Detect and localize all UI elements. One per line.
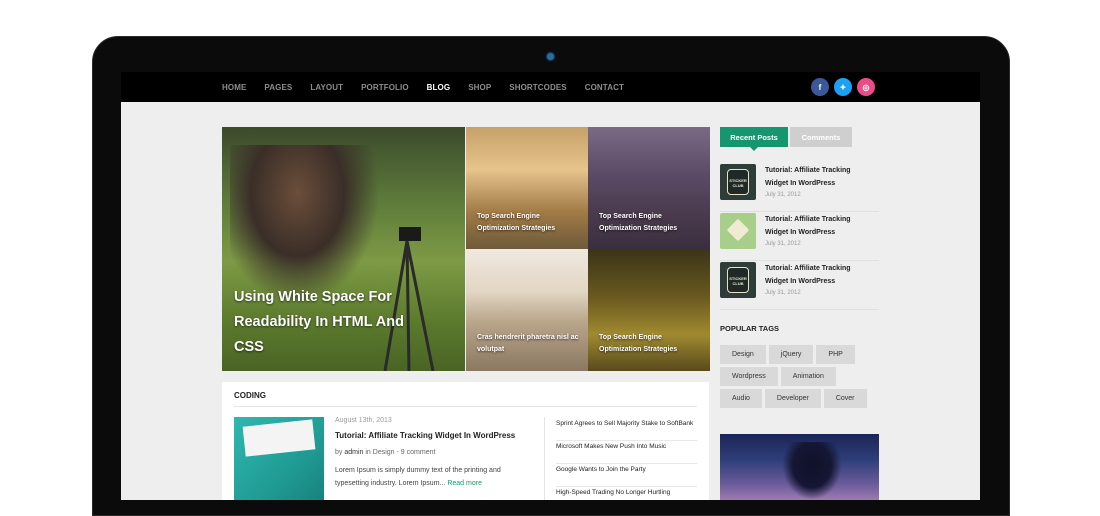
recent-post-thumbnail[interactable]: STICKER CLUB (720, 164, 756, 200)
nav-item-shortcodes[interactable]: SHORTCODES (509, 83, 566, 92)
meta-by: by (335, 449, 345, 456)
recent-post-thumbnail[interactable] (720, 213, 756, 249)
featured-post-caption[interactable]: Cras hendrerit pharetra nisl ac volutpat (477, 332, 581, 356)
nav-item-blog[interactable]: BLOG (427, 83, 451, 92)
news-item[interactable]: Sprint Agrees to Sell Majority Stake to … (556, 418, 697, 441)
social-links: f ✦ ◎ (811, 78, 875, 96)
category-link[interactable]: Design (373, 449, 395, 456)
featured-post-2[interactable]: Top Search Engine Optimization Strategie… (588, 127, 710, 249)
tag-animation[interactable]: Animation (780, 367, 836, 386)
business-card-image (242, 419, 316, 457)
tab-recent-posts[interactable]: Recent Posts (720, 127, 788, 151)
nav-menu: HOME PAGES LAYOUT PORTFOLIO BLOG SHOP SHORTCOD… (222, 83, 642, 92)
divider (544, 417, 545, 500)
featured-grid: Using White Space For Readability In HTM… (222, 127, 710, 371)
post-meta: by admin in Design - 9 comment (335, 449, 435, 456)
sticker-shape-image (726, 218, 750, 242)
post-date: August 13th, 2013 (335, 417, 392, 424)
tree-image (782, 442, 842, 500)
recent-post-date: July 31, 2012 (765, 192, 801, 198)
top-navigation: HOME PAGES LAYOUT PORTFOLIO BLOG SHOP SHORTCOD… (121, 72, 980, 102)
recent-post-title[interactable]: Tutorial: Affiliate Tracking Widget In W… (765, 164, 875, 190)
featured-main-title[interactable]: Using White Space For Readability In HTM… (234, 285, 434, 360)
tag-php[interactable]: PHP (816, 345, 855, 364)
sidebar-tabs: Recent Posts Comments (720, 127, 879, 151)
recent-posts-list: STICKER CLUB Tutorial: Affiliate Tracking… (720, 164, 879, 310)
featured-post-caption[interactable]: Top Search Engine Optimization Strategie… (477, 211, 581, 235)
featured-post-1[interactable]: Top Search Engine Optimization Strategie… (466, 127, 588, 249)
popular-tags-title: POPULAR TAGS (720, 324, 780, 333)
news-item[interactable]: Google Wants to Join the Party (556, 464, 697, 487)
recent-post-item[interactable]: STICKER CLUB Tutorial: Affiliate Tracking… (720, 164, 879, 212)
recent-post-date: July 31, 2012 (765, 241, 801, 247)
author-link[interactable]: admin (344, 449, 363, 456)
post-excerpt: Lorem Ipsum is simply dummy text of the … (335, 464, 525, 490)
featured-post-3[interactable]: Cras hendrerit pharetra nisl ac volutpat (466, 249, 588, 371)
twitter-icon[interactable]: ✦ (834, 78, 852, 96)
nav-item-home[interactable]: HOME (222, 83, 246, 92)
recent-post-item[interactable]: STICKER CLUB Tutorial: Affiliate Tracking… (720, 262, 879, 310)
nav-item-pages[interactable]: PAGES (264, 83, 292, 92)
nav-item-portfolio[interactable]: PORTFOLIO (361, 83, 409, 92)
tag-developer[interactable]: Developer (764, 389, 821, 408)
nav-item-layout[interactable]: LAYOUT (310, 83, 343, 92)
post-title[interactable]: Tutorial: Affiliate Tracking Widget In W… (335, 431, 515, 440)
news-list: Sprint Agrees to Sell Majority Stake to … (556, 418, 697, 500)
tab-comments[interactable]: Comments (790, 127, 852, 147)
featured-post-caption[interactable]: Top Search Engine Optimization Strategie… (599, 332, 703, 356)
post-thumbnail[interactable] (234, 417, 324, 500)
divider (234, 406, 697, 407)
tag-wordpress[interactable]: Wordpress (720, 367, 778, 386)
coding-section: CODING August 13th, 2013 Tutorial: Affil… (222, 382, 709, 500)
nav-item-contact[interactable]: CONTACT (585, 83, 624, 92)
read-more-link[interactable]: Read more (447, 480, 482, 487)
recent-post-item[interactable]: Tutorial: Affiliate Tracking Widget In W… (720, 213, 879, 261)
sidebar: Recent Posts Comments STICKER CLUB Tutori… (720, 127, 879, 411)
recent-post-date: July 31, 2012 (765, 290, 801, 296)
sticker-club-badge: STICKER CLUB (727, 169, 749, 195)
dribbble-icon[interactable]: ◎ (857, 78, 875, 96)
tag-audio[interactable]: Audio (720, 389, 762, 408)
tag-jquery[interactable]: jQuery (768, 345, 814, 364)
recent-post-title[interactable]: Tutorial: Affiliate Tracking Widget In W… (765, 262, 875, 288)
photographer-image (230, 145, 380, 305)
sidebar-night-image[interactable] (720, 434, 879, 500)
recent-post-thumbnail[interactable]: STICKER CLUB (720, 262, 756, 298)
section-title: CODING (234, 391, 266, 400)
featured-post-caption[interactable]: Top Search Engine Optimization Strategie… (599, 211, 703, 235)
facebook-icon[interactable]: f (811, 78, 829, 96)
news-item[interactable]: High-Speed Trading No Longer Hurtling (556, 487, 697, 500)
featured-main-post[interactable]: Using White Space For Readability In HTM… (222, 127, 465, 371)
comments-link[interactable]: 9 comment (401, 449, 436, 456)
sticker-club-badge: STICKER CLUB (727, 267, 749, 293)
recent-post-title[interactable]: Tutorial: Affiliate Tracking Widget In W… (765, 213, 875, 239)
meta-in: in (363, 449, 373, 456)
tag-cover[interactable]: Cover (823, 389, 867, 408)
nav-item-shop[interactable]: SHOP (468, 83, 491, 92)
website-screen: HOME PAGES LAYOUT PORTFOLIO BLOG SHOP SHORTCOD… (121, 72, 980, 500)
camera-icon (547, 53, 554, 60)
news-item[interactable]: Microsoft Makes New Push Into Music (556, 441, 697, 464)
featured-post-4[interactable]: Top Search Engine Optimization Strategie… (588, 249, 710, 371)
tag-cloud: Design jQuery PHP Wordpress Animation Audio De… (720, 345, 879, 411)
tag-design[interactable]: Design (720, 345, 766, 364)
